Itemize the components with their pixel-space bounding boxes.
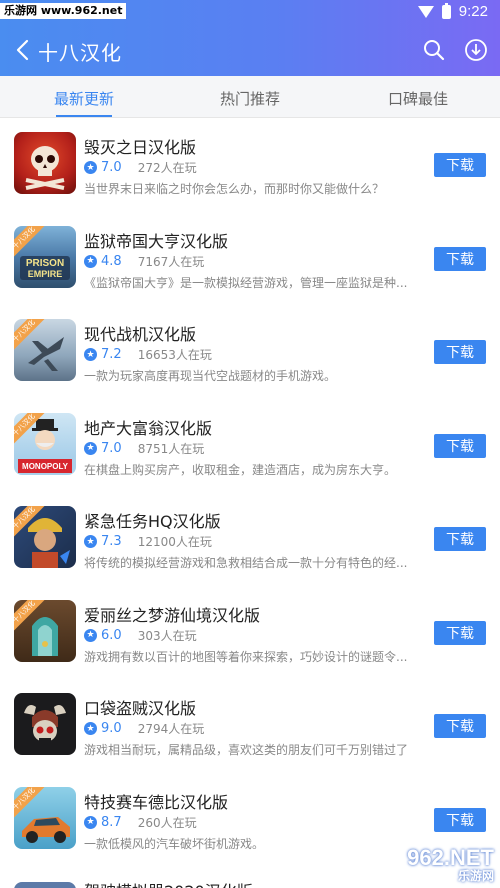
status-time: 9:22 bbox=[458, 3, 488, 20]
driving-sim-icon bbox=[14, 882, 76, 888]
app-meta: ★ 9.0 2794人在玩 bbox=[84, 720, 204, 737]
app-description: 一款低模风的汽车破坏街机游戏。 bbox=[84, 836, 265, 851]
list-item[interactable]: PRISON EMPIRE 十八汉化 监狱帝国大亨汉化版 ★ 4.8 7167人… bbox=[0, 212, 500, 306]
search-icon[interactable] bbox=[422, 38, 446, 62]
app-rating: 7.2 bbox=[101, 347, 122, 362]
star-icon: ★ bbox=[84, 161, 97, 174]
app-description: 在棋盘上购买房产，收取租金，建造酒店，成为房东大亨。 bbox=[84, 462, 397, 477]
monopoly-icon: MONOPOLY 十八汉化 bbox=[14, 412, 76, 475]
fighter-jet-icon: 十八汉化 bbox=[14, 319, 76, 381]
app-meta: ★ 4.8 7167人在玩 bbox=[84, 253, 204, 270]
app-name: 地产大富翁汉化版 bbox=[84, 418, 213, 438]
list-item[interactable]: 毁灭之日汉化版 ★ 7.0 272人在玩 当世界末日来临之时你会怎么办，而那时你… bbox=[0, 118, 500, 212]
wonderland-door-icon: 十八汉化 bbox=[14, 599, 76, 662]
app-rating: 6.0 bbox=[101, 627, 122, 643]
download-button[interactable]: 下载 bbox=[434, 246, 486, 271]
star-icon: ★ bbox=[84, 815, 97, 829]
download-button[interactable]: 下载 bbox=[434, 527, 486, 551]
list-item[interactable]: 十八汉化 紧急任务HQ汉化版 ★ 7.3 12100人在玩 将传统的模拟经营游戏… bbox=[0, 492, 500, 586]
watermark-top: 乐游网 www.962.net bbox=[0, 3, 127, 19]
app-rating: 7.3 bbox=[101, 534, 122, 549]
tab-bar: 最新更新 热门推荐 口碑最佳 bbox=[0, 76, 500, 118]
list-item[interactable]: MONOPOLY 十八汉化 地产大富翁汉化版 ★ 7.0 8751人在玩 在棋盘… bbox=[0, 399, 500, 493]
tab-latest[interactable]: 最新更新 bbox=[54, 88, 114, 109]
watermark-bottom: 962.NET 乐游网 bbox=[407, 845, 494, 884]
app-players: 7167人在玩 bbox=[137, 254, 205, 269]
app-meta: ★ 7.0 272人在玩 bbox=[84, 159, 197, 176]
download-button[interactable]: 下载 bbox=[434, 433, 486, 458]
download-button[interactable]: 下载 bbox=[434, 153, 486, 177]
star-icon: ★ bbox=[84, 722, 97, 735]
app-players: 8751人在玩 bbox=[137, 441, 205, 456]
app-name: 爱丽丝之梦游仙境汉化版 bbox=[84, 605, 261, 625]
app-players: 260人在玩 bbox=[137, 815, 197, 830]
app-bar: 十八汉化 bbox=[0, 24, 500, 76]
app-name: 特技赛车德比汉化版 bbox=[84, 792, 229, 812]
app-rating: 4.8 bbox=[101, 253, 122, 269]
app-players: 16653人在玩 bbox=[137, 348, 212, 362]
app-description: 《监狱帝国大亨》是一款模拟经营游戏，管理一座监狱是种... bbox=[84, 275, 408, 290]
app-meta: ★ 7.2 16653人在玩 bbox=[84, 346, 212, 363]
app-name: 现代战机汉化版 bbox=[84, 325, 197, 344]
app-description: 游戏拥有数以百计的地图等着你来探索，巧妙设计的谜题令... bbox=[84, 649, 408, 664]
app-list: 毁灭之日汉化版 ★ 7.0 272人在玩 当世界末日来临之时你会怎么办，而那时你… bbox=[0, 118, 500, 866]
app-meta: ★ 7.3 12100人在玩 bbox=[84, 533, 212, 550]
app-players: 12100人在玩 bbox=[137, 535, 212, 549]
list-item[interactable]: 口袋盗贼汉化版 ★ 9.0 2794人在玩 游戏相当耐玩，属精品级，喜欢这类的朋… bbox=[0, 679, 500, 773]
star-icon: ★ bbox=[84, 254, 97, 268]
status-bar: 乐游网 www.962.net 9:22 bbox=[0, 0, 500, 24]
app-players: 272人在玩 bbox=[137, 161, 197, 175]
list-item[interactable]: 十八汉化 爱丽丝之梦游仙境汉化版 ★ 6.0 303人在玩 游戏拥有数以百计的地… bbox=[0, 586, 500, 680]
svg-text:MONOPOLY: MONOPOLY bbox=[22, 462, 69, 471]
app-name: 毁灭之日汉化版 bbox=[84, 138, 197, 157]
active-tab-indicator bbox=[56, 115, 112, 117]
page-title: 十八汉化 bbox=[38, 41, 122, 65]
tab-hot[interactable]: 热门推荐 bbox=[220, 88, 280, 109]
stunt-car-icon: 十八汉化 bbox=[14, 786, 76, 849]
svg-text:EMPIRE: EMPIRE bbox=[28, 269, 63, 279]
skull-game-icon bbox=[14, 132, 76, 194]
app-name: 紧急任务HQ汉化版 bbox=[84, 512, 221, 531]
app-description: 一款为玩家高度再现当代空战题材的手机游戏。 bbox=[84, 369, 337, 383]
prison-empire-icon: PRISON EMPIRE 十八汉化 bbox=[14, 225, 76, 288]
list-item[interactable]: 十八汉化 现代战机汉化版 ★ 7.2 16653人在玩 一款为玩家高度再现当代空… bbox=[0, 305, 500, 399]
svg-text:PRISON: PRISON bbox=[26, 258, 64, 269]
status-icons: 9:22 bbox=[417, 2, 488, 20]
firefighter-icon: 十八汉化 bbox=[14, 506, 76, 568]
battery-icon bbox=[441, 2, 451, 19]
app-players: 2794人在玩 bbox=[137, 722, 205, 736]
app-meta: ★ 8.7 260人在玩 bbox=[84, 814, 197, 831]
app-name: 驾驶模拟器2020汉化版 bbox=[84, 878, 253, 888]
download-button[interactable]: 下载 bbox=[434, 620, 486, 645]
app-rating: 8.7 bbox=[101, 814, 122, 830]
tab-best-rated[interactable]: 口碑最佳 bbox=[388, 88, 448, 109]
app-meta: ★ 7.0 8751人在玩 bbox=[84, 440, 204, 457]
download-button[interactable]: 下载 bbox=[434, 340, 486, 364]
star-icon: ★ bbox=[84, 348, 97, 361]
wifi-icon bbox=[417, 5, 434, 18]
download-button[interactable]: 下载 bbox=[434, 714, 486, 738]
app-rating: 9.0 bbox=[101, 721, 122, 736]
app-meta: ★ 6.0 303人在玩 bbox=[84, 627, 197, 644]
app-players: 303人在玩 bbox=[137, 628, 197, 643]
download-button[interactable]: 下载 bbox=[434, 807, 486, 832]
viking-skull-icon bbox=[14, 693, 76, 755]
app-rating: 7.0 bbox=[101, 440, 122, 456]
star-icon: ★ bbox=[84, 441, 97, 455]
star-icon: ★ bbox=[84, 535, 97, 548]
app-description: 当世界末日来临之时你会怎么办，而那时你又能做什么？ bbox=[84, 182, 385, 196]
app-description: 将传统的模拟经营游戏和急救相结合成一款十分有特色的经... bbox=[84, 556, 408, 570]
back-icon[interactable] bbox=[12, 38, 34, 62]
app-name: 监狱帝国大亨汉化版 bbox=[84, 231, 229, 251]
download-icon[interactable] bbox=[464, 38, 488, 62]
app-description: 游戏相当耐玩，属精品级，喜欢这类的朋友们可千万别错过了 bbox=[84, 743, 409, 757]
app-name: 口袋盗贼汉化版 bbox=[84, 699, 197, 718]
star-icon: ★ bbox=[84, 628, 97, 642]
app-rating: 7.0 bbox=[101, 160, 122, 175]
